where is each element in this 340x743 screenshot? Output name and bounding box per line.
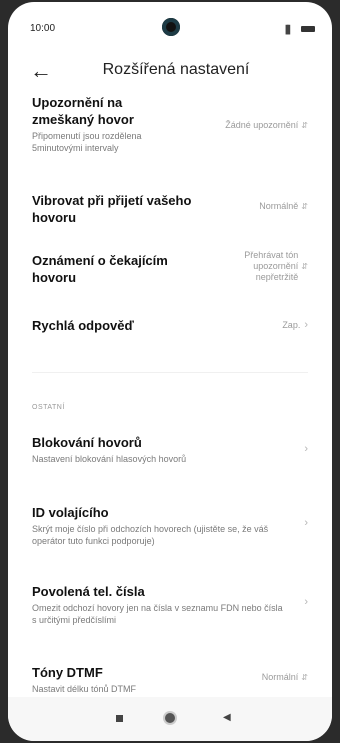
setting-fixed-dialing[interactable]: Povolená tel. čísla Omezit odchozí hovor… [32,583,308,626]
signal-icon: ▐▌ [282,25,293,34]
setting-dtmf-tones[interactable]: Tóny DTMF Nastavit délku tónů DTMF Normá… [32,664,308,695]
status-bar: 10:00 ▐▌ [8,2,332,42]
setting-value: Žádné upozornění ⇵ [225,120,308,131]
setting-missed-call-reminder[interactable]: Upozornění na zmeškaný hovor Připomenutí… [32,94,308,154]
setting-subtitle: Omezit odchozí hovory jen na čísla v sez… [32,603,283,625]
setting-value: Zap. › [282,320,308,331]
setting-value-text: Přehrávat tón upozornění nepřetržitě [244,250,299,282]
up-down-icon: ⇵ [301,262,308,271]
home-button[interactable] [165,713,175,723]
up-down-icon: ⇵ [301,202,308,211]
section-divider [32,372,308,373]
setting-quick-reply[interactable]: Rychlá odpověď Zap. › [32,317,308,334]
setting-value: › [300,597,308,608]
setting-value-text: Normální [261,672,299,682]
status-time: 10:00 [30,23,56,34]
back-button[interactable]: ◀ [223,712,231,723]
setting-value: Přehrávat tón upozornění nepřetržitě ⇵ [212,250,308,283]
setting-title: Oznámení o čekajícím hovoru [32,253,168,285]
front-camera-icon [162,18,180,36]
setting-subtitle: Připomenutí jsou rozdělena 5minutovými i… [32,131,142,153]
setting-caller-id[interactable]: ID volajícího Skrýt moje číslo při odcho… [32,504,308,547]
chevron-right-icon: › [304,443,308,455]
app-header: ← Rozšířená nastavení [8,57,332,89]
page-title: Rozšířená nastavení [102,61,250,78]
setting-title: Upozornění na zmeškaný hovor [32,95,134,127]
setting-vibrate-on-answer[interactable]: Vibrovat při přijetí vašeho hovoru Normá… [32,192,308,226]
setting-call-waiting[interactable]: Oznámení o čekajícím hovoru Přehrávat tó… [32,250,308,286]
setting-value: Normálně ⇵ [259,201,308,212]
setting-subtitle: Skrýt moje číslo při odchozích hovorech … [32,524,269,546]
setting-value-text: Žádné upozornění [225,120,299,130]
recent-apps-button[interactable] [116,715,123,722]
setting-title: ID volajícího [32,505,109,520]
chevron-right-icon: › [304,517,308,529]
phone-screen: 10:00 ▐▌ ← Rozšířená nastavení Upozorněn… [8,2,332,741]
setting-value: Normální ⇵ [262,672,308,683]
setting-value: › [300,444,308,455]
setting-title: Povolená tel. čísla [32,584,145,599]
up-down-icon: ⇵ [301,121,308,130]
setting-title: Rychlá odpověď [32,318,134,333]
up-down-icon: ⇵ [301,673,308,682]
chevron-right-icon: › [304,319,308,331]
setting-subtitle: Nastavení blokování hlasových hovorů [32,454,187,464]
setting-value-text: Normálně [259,201,299,211]
setting-title: Blokování hovorů [32,435,142,450]
setting-call-blocking[interactable]: Blokování hovorů Nastavení blokování hla… [32,434,308,465]
navigation-bar: ◀ [8,697,332,741]
chevron-right-icon: › [304,596,308,608]
setting-title: Vibrovat při přijetí vašeho hovoru [32,193,192,225]
setting-subtitle: Nastavit délku tónů DTMF [32,684,137,694]
setting-value: › [300,518,308,529]
battery-icon [301,26,315,32]
setting-value-text: Zap. [282,320,301,330]
section-header-other: OSTATNÍ [32,404,65,411]
